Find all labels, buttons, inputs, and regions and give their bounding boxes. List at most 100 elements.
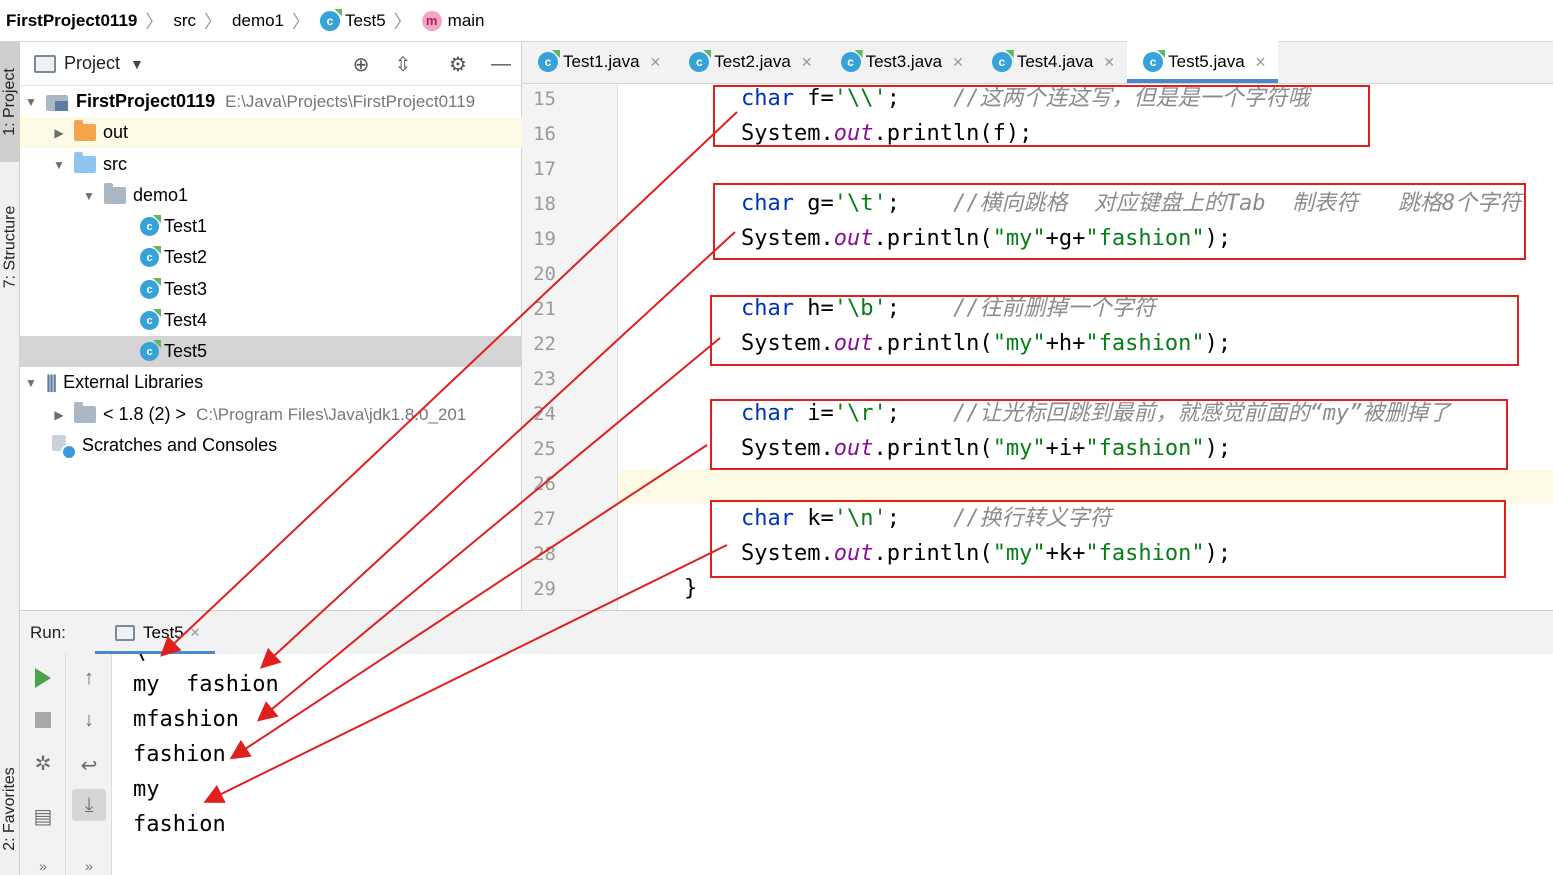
expand-arrow-icon[interactable]: ▼ [24,95,38,109]
layout-button[interactable]: ▤ [26,800,60,832]
tree-item-class[interactable]: c Test4 [20,305,522,336]
breadcrumb-separator: 〉 [393,11,412,32]
left-tool-strip: 1: Project 7: Structure 2: Favorites [0,42,20,875]
tree-item-class-label: Test5 [164,341,208,361]
tree-item-external-libraries-label: External Libraries [63,372,204,392]
tab-test1-java[interactable]: c Test1.java ✕ [522,41,673,83]
tree-item-scratches[interactable]: Scratches and Consoles [20,430,522,461]
tree-item-out[interactable]: ▶ out [20,117,522,148]
annotation-box [710,399,1508,470]
expand-arrow-icon[interactable]: ▼ [24,376,38,390]
tree-item-scratches-label: Scratches and Consoles [82,435,278,455]
editor-tabs: c Test1.java ✕ c Test2.java ✕ c Test3.java ✕ c… [522,41,1553,84]
project-view-selector[interactable]: Project [64,53,120,74]
class-icon: c [140,342,159,361]
gear-icon[interactable]: ⚙ [445,52,471,76]
debug-button[interactable]: ✲ [26,747,60,779]
class-icon: c [140,311,159,330]
run-tab-test5[interactable]: Test5 ✕ [95,611,215,655]
tree-item-jdk-path: C:\Program Files\Java\jdk1.8.0_201 [196,404,467,424]
soft-wrap-button[interactable]: ↩ [72,749,106,781]
expand-arrow-icon[interactable]: ▶ [52,126,66,140]
console-line: fashion [133,742,226,767]
rerun-button[interactable] [26,662,60,694]
console-line: my fashion [133,672,279,697]
tree-item-demo1[interactable]: ▼ demo1 [20,180,522,211]
layout-icon: ▤ [33,805,53,828]
console-line: fashion [133,812,226,837]
breadcrumb-method-label: main [447,10,485,30]
tree-item-class[interactable]: c Test1 [20,211,522,242]
class-icon: c [140,217,159,236]
expand-arrow-icon[interactable]: ▼ [52,158,66,172]
tree-item-class-selected[interactable]: c Test5 [20,336,522,367]
tree-item-class-label: Test1 [164,216,208,236]
tab-test5-java[interactable]: c Test5.java ✕ [1127,41,1279,83]
tree-item-src[interactable]: ▼ src [20,149,522,180]
more-button[interactable]: » [72,850,106,875]
class-icon: c [991,52,1012,72]
code-text: } [684,576,698,601]
tool-tab-favorites[interactable]: 2: Favorites [0,742,20,875]
run-panel-header: Run: Test5 ✕ [20,610,1553,655]
tree-item-class-label: Test3 [164,279,208,299]
expand-arrow-icon[interactable]: ▶ [52,408,66,422]
tool-tab-project[interactable]: 1: Project [0,42,20,162]
line-number: 25 [533,438,556,460]
arrow-down-icon: ↓ [84,708,94,731]
more-button[interactable]: » [26,850,60,875]
project-root-label: FirstProject0119 [76,91,216,111]
tab-label: Test3.java [865,52,943,71]
tab-test4-java[interactable]: c Test4.java ✕ [976,41,1127,83]
line-number: 27 [533,508,556,530]
close-icon[interactable]: ✕ [1255,54,1267,71]
tab-test3-java[interactable]: c Test3.java ✕ [825,41,976,83]
jdk-folder-icon [74,402,96,423]
tool-tab-favorites-label: 2: Favorites [1,766,18,851]
line-number: 26 [533,473,556,495]
class-icon: c [538,52,558,72]
tab-label: Test1.java [563,52,640,71]
console-line: \ [133,654,146,665]
code-line-26-current [618,469,1553,504]
breadcrumb-package[interactable]: demo1 [232,11,284,31]
close-icon[interactable]: ✕ [952,54,964,71]
tree-item-class[interactable]: c Test3 [20,274,522,305]
locate-icon[interactable]: ⊕ [348,52,374,76]
tool-tab-structure-label: 7: Structure [1,205,19,289]
expand-arrow-icon[interactable]: ▼ [82,189,96,203]
close-icon[interactable]: ✕ [190,625,201,641]
breadcrumb-method[interactable]: m main [421,10,485,31]
line-number: 21 [533,298,556,320]
tab-test2-java[interactable]: c Test2.java ✕ [673,41,824,83]
hide-panel-icon[interactable]: — [488,52,514,76]
source-folder-icon [74,152,96,173]
play-icon [35,668,51,688]
breadcrumb-separator: 〉 [204,11,223,32]
close-icon[interactable]: ✕ [801,54,813,71]
tree-item-project-root[interactable]: ▼ FirstProject0119 E:\Java\Projects\Firs… [20,86,522,117]
line-number: 19 [533,228,556,250]
library-icon: ||| [46,372,57,392]
annotation-box [713,183,1526,260]
close-icon[interactable]: ✕ [650,54,662,71]
console-output[interactable]: \ my fashion mfashion fashion my fashion [112,654,1553,875]
breadcrumb-class[interactable]: c Test5 [320,10,386,31]
bug-icon: ✲ [34,752,52,775]
scroll-up-button[interactable]: ↑ [72,662,106,694]
scroll-down-button[interactable]: ↓ [72,704,106,736]
tool-tab-structure[interactable]: 7: Structure [0,182,20,312]
tree-item-src-label: src [103,154,127,174]
close-icon[interactable]: ✕ [1103,54,1115,71]
breadcrumb-project[interactable]: FirstProject0119 [6,11,137,31]
class-icon: c [320,10,341,31]
tree-item-external-libraries[interactable]: ▼ ||| External Libraries [20,367,522,398]
collapse-all-icon[interactable]: ⇳ [390,52,416,76]
run-label: Run: [30,622,66,642]
dropdown-caret-icon[interactable]: ▼ [130,56,144,72]
tree-item-class[interactable]: c Test2 [20,242,522,273]
stop-button[interactable] [26,704,60,736]
tree-item-jdk[interactable]: ▶ < 1.8 (2) > C:\Program Files\Java\jdk1… [20,399,522,430]
scroll-to-end-button[interactable]: ⤓ [72,789,106,821]
breadcrumb-src[interactable]: src [173,11,196,31]
